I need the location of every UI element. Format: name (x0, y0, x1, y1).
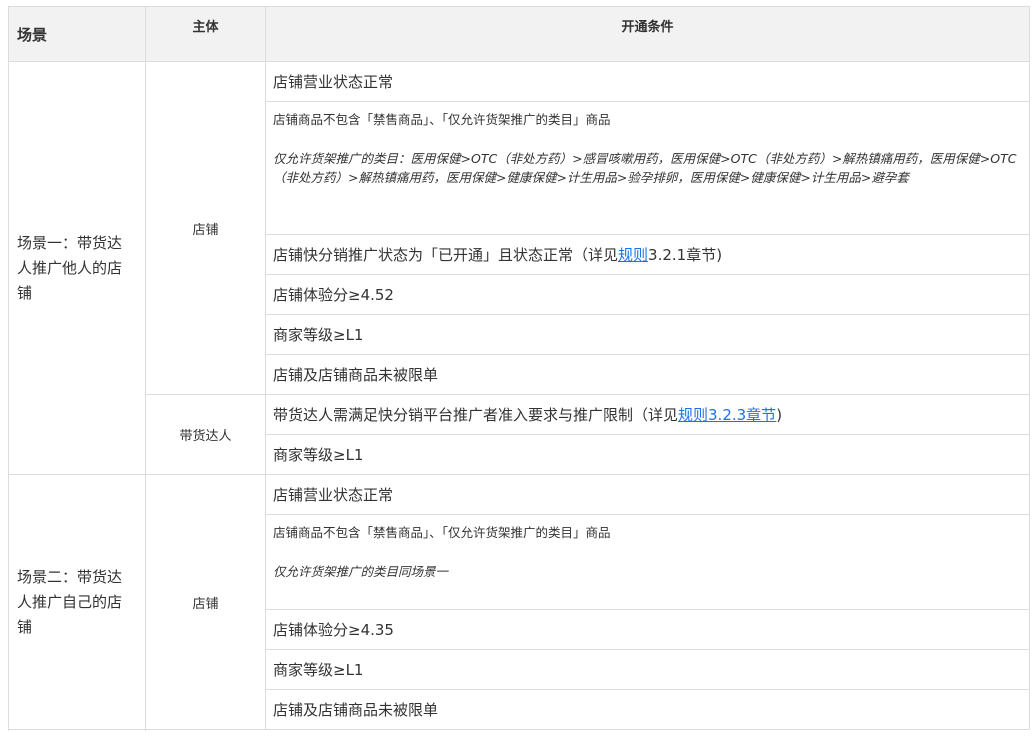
table-row: 带货达人 带货达人需满足快分销平台推广者准入要求与推广限制（详见规则3.2.3章… (9, 394, 1030, 475)
condition-cell: 店铺及店铺商品未被限单 (265, 689, 1030, 730)
creator-req-prefix: 带货达人需满足快分销平台推广者准入要求与推广限制（详见 (273, 406, 679, 424)
scenario-2-label: 场景二：带货达人推广自己的店铺 (8, 474, 146, 730)
scenario-1-shop-subject: 店铺 (145, 61, 266, 395)
condition-cell-creator: 带货达人需满足快分销平台推广者准入要求与推广限制（详见规则3.2.3章节) (265, 394, 1030, 435)
scenario-1-label: 场景一：带货达人推广他人的店铺 (8, 61, 146, 475)
condition-cell: 店铺及店铺商品未被限单 (265, 354, 1030, 395)
categories-note: 仅允许货架推广的类目同场景一 (273, 564, 449, 579)
condition-cell: 商家等级≥L1 (265, 649, 1030, 690)
goods-text: 店铺商品不包含「禁售商品」、「仅允许货架推广的类目」商品 (273, 525, 611, 540)
condition-cell-promo: 店铺快分销推广状态为「已开通」且状态正常（详见规则3.2.1章节) (265, 234, 1030, 275)
table-row: 场景二：带货达人推广自己的店铺 店铺 店铺营业状态正常 (8, 474, 1030, 730)
categories-note: 仅允许货架推广的类目：医用保健>OTC（非处方药）>感冒咳嗽用药，医用保健>OT… (273, 151, 1017, 185)
condition-cell: 商家等级≥L1 (265, 434, 1030, 475)
goods-text: 店铺商品不包含「禁售商品」、「仅允许货架推广的类目」商品 (273, 112, 611, 127)
conditions-table-wrapper: 场景 主体 开通条件 场景一：带货达人推广他人的店铺 店铺 店铺营业状态正常 店… (8, 6, 1030, 730)
condition-cell: 店铺体验分≥4.35 (265, 609, 1030, 650)
rules-3-2-3-link[interactable]: 规则3.2.3章节 (678, 406, 776, 424)
table-row: 场景一：带货达人推广他人的店铺 店铺 店铺营业状态正常 (8, 61, 1030, 475)
promo-suffix: 3.2.1章节) (648, 246, 723, 264)
condition-cell: 店铺营业状态正常 (265, 61, 1030, 102)
creator-req-suffix: ) (776, 406, 783, 424)
condition-cell: 店铺营业状态正常 (265, 474, 1030, 515)
header-scene: 场景 (8, 6, 146, 62)
condition-cell-goods: 店铺商品不包含「禁售商品」、「仅允许货架推广的类目」商品 仅允许货架推广的类目：… (265, 101, 1030, 235)
promo-prefix: 店铺快分销推广状态为「已开通」且状态正常（详见 (273, 246, 619, 264)
condition-cell: 店铺体验分≥4.52 (265, 274, 1030, 315)
condition-cell: 商家等级≥L1 (265, 314, 1030, 355)
scenario-1-creator-subject: 带货达人 (145, 394, 266, 475)
conditions-table: 场景 主体 开通条件 场景一：带货达人推广他人的店铺 店铺 店铺营业状态正常 店… (8, 6, 1030, 730)
header-conditions: 开通条件 (265, 6, 1030, 62)
header-subject: 主体 (145, 6, 266, 62)
header-row: 场景 主体 开通条件 (8, 6, 1030, 62)
rules-link[interactable]: 规则 (618, 246, 648, 264)
condition-cell-goods: 店铺商品不包含「禁售商品」、「仅允许货架推广的类目」商品 仅允许货架推广的类目同… (265, 514, 1030, 610)
scenario-2-shop-subject: 店铺 (145, 474, 266, 730)
